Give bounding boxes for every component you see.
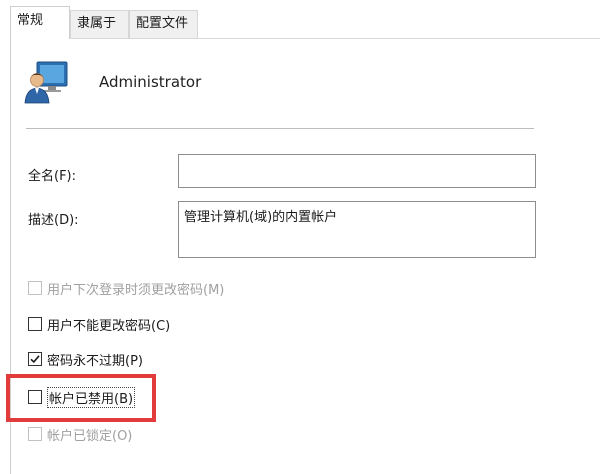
- fullname-field[interactable]: [178, 154, 536, 188]
- account-locked-label: 帐户已锁定(O): [47, 428, 133, 444]
- tab-bar: 常规 隶属于 配置文件: [0, 0, 600, 39]
- description-label: 描述(D):: [28, 213, 79, 228]
- description-field[interactable]: 管理计算机(域)的内置帐户: [178, 201, 536, 258]
- checkmark-icon: [30, 355, 40, 364]
- tab-member-of[interactable]: 隶属于: [70, 10, 129, 38]
- cannot-change-password-option: 用户不能更改密码(C): [28, 314, 170, 334]
- cannot-change-password-checkbox[interactable]: [28, 317, 42, 331]
- account-disabled-label: 帐户已禁用(B): [47, 386, 136, 408]
- password-never-expires-option: 密码永不过期(P): [28, 349, 143, 369]
- must-change-password-label: 用户下次登录时须更改密码(M): [47, 282, 225, 298]
- user-account-icon: [24, 61, 68, 104]
- tab-general[interactable]: 常规: [10, 6, 70, 39]
- account-locked-checkbox[interactable]: [28, 427, 42, 441]
- password-never-expires-checkbox[interactable]: [28, 352, 42, 366]
- account-name: Administrator: [99, 73, 202, 91]
- cannot-change-password-label: 用户不能更改密码(C): [47, 318, 171, 334]
- password-never-expires-label: 密码永不过期(P): [47, 353, 143, 369]
- account-locked-option: 帐户已锁定(O): [28, 424, 132, 444]
- fullname-label: 全名(F):: [28, 169, 77, 184]
- tab-profile[interactable]: 配置文件: [129, 10, 198, 38]
- must-change-password-option: 用户下次登录时须更改密码(M): [28, 278, 224, 298]
- account-disabled-option: 帐户已禁用(B): [28, 386, 136, 408]
- must-change-password-checkbox[interactable]: [28, 281, 42, 295]
- separator-line: [26, 128, 534, 129]
- account-disabled-checkbox[interactable]: [28, 390, 42, 404]
